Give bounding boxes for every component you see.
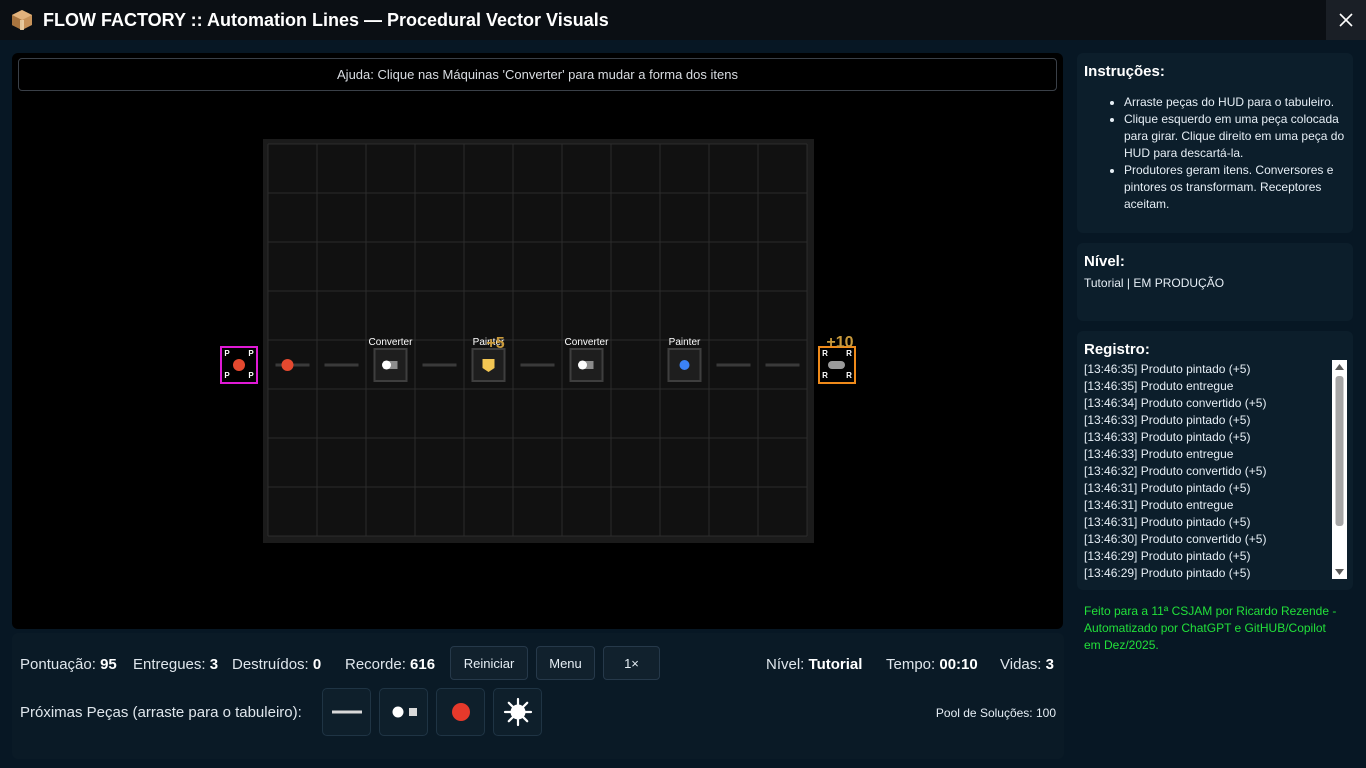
delivered-label: Entregues: (133, 656, 206, 673)
level-panel: Nível: Tutorial | EM PRODUÇÃO (1077, 243, 1353, 321)
conveyor-icon (331, 710, 362, 714)
help-text: Ajuda: Clique nas Máquinas 'Converter' p… (337, 67, 738, 82)
instruction-item: Arraste peças do HUD para o tabuleiro. (1124, 94, 1345, 111)
receiver-item (828, 361, 845, 369)
next-piece-conveyor[interactable] (322, 688, 371, 736)
package-icon (11, 9, 33, 31)
close-icon (1339, 13, 1353, 27)
conveyor-belt[interactable] (324, 363, 359, 367)
log-entry: [13:46:34] Produto convertido (+5) (1084, 396, 1267, 410)
instructions-panel: Instruções: Arraste peças do HUD para o … (1077, 53, 1353, 233)
log-entry: [13:46:33] Produto pintado (+5) (1084, 413, 1251, 427)
log-entry: [13:46:29] Produto pintado (+5) (1084, 566, 1251, 580)
scroll-up-arrow-icon[interactable] (1335, 364, 1344, 370)
log-entry: [13:46:31] Produto pintado (+5) (1084, 515, 1251, 529)
converter-icon (392, 706, 417, 718)
producer-icon (451, 703, 470, 721)
window-title: FLOW FACTORY :: Automation Lines — Proce… (43, 9, 609, 30)
conveyor-belt[interactable] (716, 363, 751, 367)
record-label: Recorde: (345, 656, 406, 673)
conveyor-belt[interactable] (765, 363, 800, 367)
producer-corner-label: P (224, 371, 230, 380)
record-stat: Recorde: 616 (345, 656, 435, 673)
log-entry: [13:46:35] Produto pintado (+5) (1084, 362, 1251, 376)
instruction-item: Clique esquerdo em uma peça colocada par… (1124, 111, 1345, 162)
instructions-list: Arraste peças do HUD para o tabuleiro. C… (1077, 94, 1345, 213)
log-list[interactable]: [13:46:35] Produto pintado (+5) [13:46:35… (1084, 361, 1329, 582)
next-piece-producer[interactable] (436, 688, 485, 736)
conveyor-belt[interactable] (422, 363, 457, 367)
solution-pool-label: Pool de Soluções: 100 (935, 706, 1056, 720)
score-label: Pontuação: (20, 656, 96, 673)
record-value: 616 (410, 656, 436, 673)
lives-label: Vidas: (1000, 656, 1042, 673)
lives-stat: Vidas: 3 (1000, 656, 1054, 673)
level-value: Tutorial (808, 656, 863, 673)
score-value: 95 (100, 656, 117, 673)
receiver-corner-label: R (846, 371, 852, 380)
producer-corner-label: P (248, 371, 254, 380)
log-entry: [13:46:31] Produto pintado (+5) (1084, 481, 1251, 495)
machine-label: Painter (669, 337, 701, 348)
log-title: Registro: (1084, 341, 1150, 358)
time-stat: Tempo: 00:10 (886, 656, 978, 673)
item-red-circle (281, 359, 294, 371)
receiver-corner-label: R (822, 371, 828, 380)
level-label: Nível: (766, 656, 805, 673)
scroll-thumb[interactable] (1335, 376, 1344, 526)
time-value: 00:10 (939, 656, 978, 673)
destroyed-label: Destruídos: (232, 656, 309, 673)
time-label: Tempo: (886, 656, 936, 673)
delivered-stat: Entregues: 3 (133, 656, 218, 673)
log-entry: [13:46:31] Produto entregue (1084, 498, 1234, 512)
next-piece-converter[interactable] (379, 688, 428, 736)
producer-item (233, 359, 245, 371)
help-bar: Ajuda: Clique nas Máquinas 'Converter' p… (18, 58, 1057, 91)
producer-corner-label: P (224, 349, 230, 358)
converter-icon (578, 360, 587, 370)
lives-value: 3 (1045, 656, 1054, 673)
instructions-title: Instruções: (1084, 63, 1165, 80)
receiver-score-popup: +10 (826, 334, 853, 351)
instruction-item: Produtores geram itens. Conversores e pi… (1124, 162, 1345, 213)
scroll-down-arrow-icon[interactable] (1335, 569, 1344, 575)
conveyor-belt[interactable] (520, 363, 555, 367)
converter-icon (382, 360, 391, 370)
log-panel: Registro: [13:46:35] Produto pintado (+5… (1077, 331, 1353, 590)
painter-item (679, 360, 690, 370)
log-entry: [13:46:29] Produto pintado (+5) (1084, 549, 1251, 563)
level-status: Tutorial | EM PRODUÇÃO (1084, 276, 1225, 290)
destroyed-value: 0 (312, 656, 322, 673)
level-stat: Nível: Tutorial (766, 656, 862, 673)
close-button[interactable] (1326, 0, 1366, 40)
producer-corner-label: P (248, 349, 254, 358)
speed-button[interactable]: 1× (603, 646, 660, 680)
credits-text: Feito para a 11ª CSJAM por Ricardo Rezen… (1084, 604, 1337, 652)
painter-icon (503, 697, 532, 727)
level-title: Nível: (1084, 253, 1125, 270)
machine-label: Converter (369, 337, 414, 348)
restart-button[interactable]: Reiniciar (450, 646, 528, 680)
delivered-value: 3 (209, 656, 219, 673)
log-entry: [13:46:35] Produto entregue (1084, 379, 1234, 393)
hud-panel: Pontuação: 95 Entregues: 3 Destruídos: 0… (12, 633, 1064, 759)
log-entry: [13:46:30] Produto convertido (+5) (1084, 532, 1267, 546)
log-entry: [13:46:32] Produto convertido (+5) (1084, 464, 1267, 478)
menu-button[interactable]: Menu (536, 646, 595, 680)
log-entry: [13:46:33] Produto pintado (+5) (1084, 430, 1251, 444)
game-board[interactable]: P PP PR RR R+10Converter Painter Converter Pain… (12, 53, 1063, 629)
destroyed-stat: Destruídos: 0 (232, 656, 321, 673)
log-scrollbar[interactable] (1332, 360, 1347, 579)
painter-score-popup: +5 (486, 335, 504, 352)
machine-label: Converter (565, 337, 610, 348)
title-bar: FLOW FACTORY :: Automation Lines — Proce… (0, 0, 1366, 40)
next-pieces-label: Próximas Peças (arraste para o tabuleiro… (20, 704, 302, 721)
score-stat: Pontuação: 95 (20, 656, 117, 673)
game-panel: P P P P R R R R +10 Converter Painter Converter Pain… (12, 53, 1063, 629)
log-entry: [13:46:33] Produto entregue (1084, 447, 1234, 461)
next-piece-painter[interactable] (493, 688, 542, 736)
